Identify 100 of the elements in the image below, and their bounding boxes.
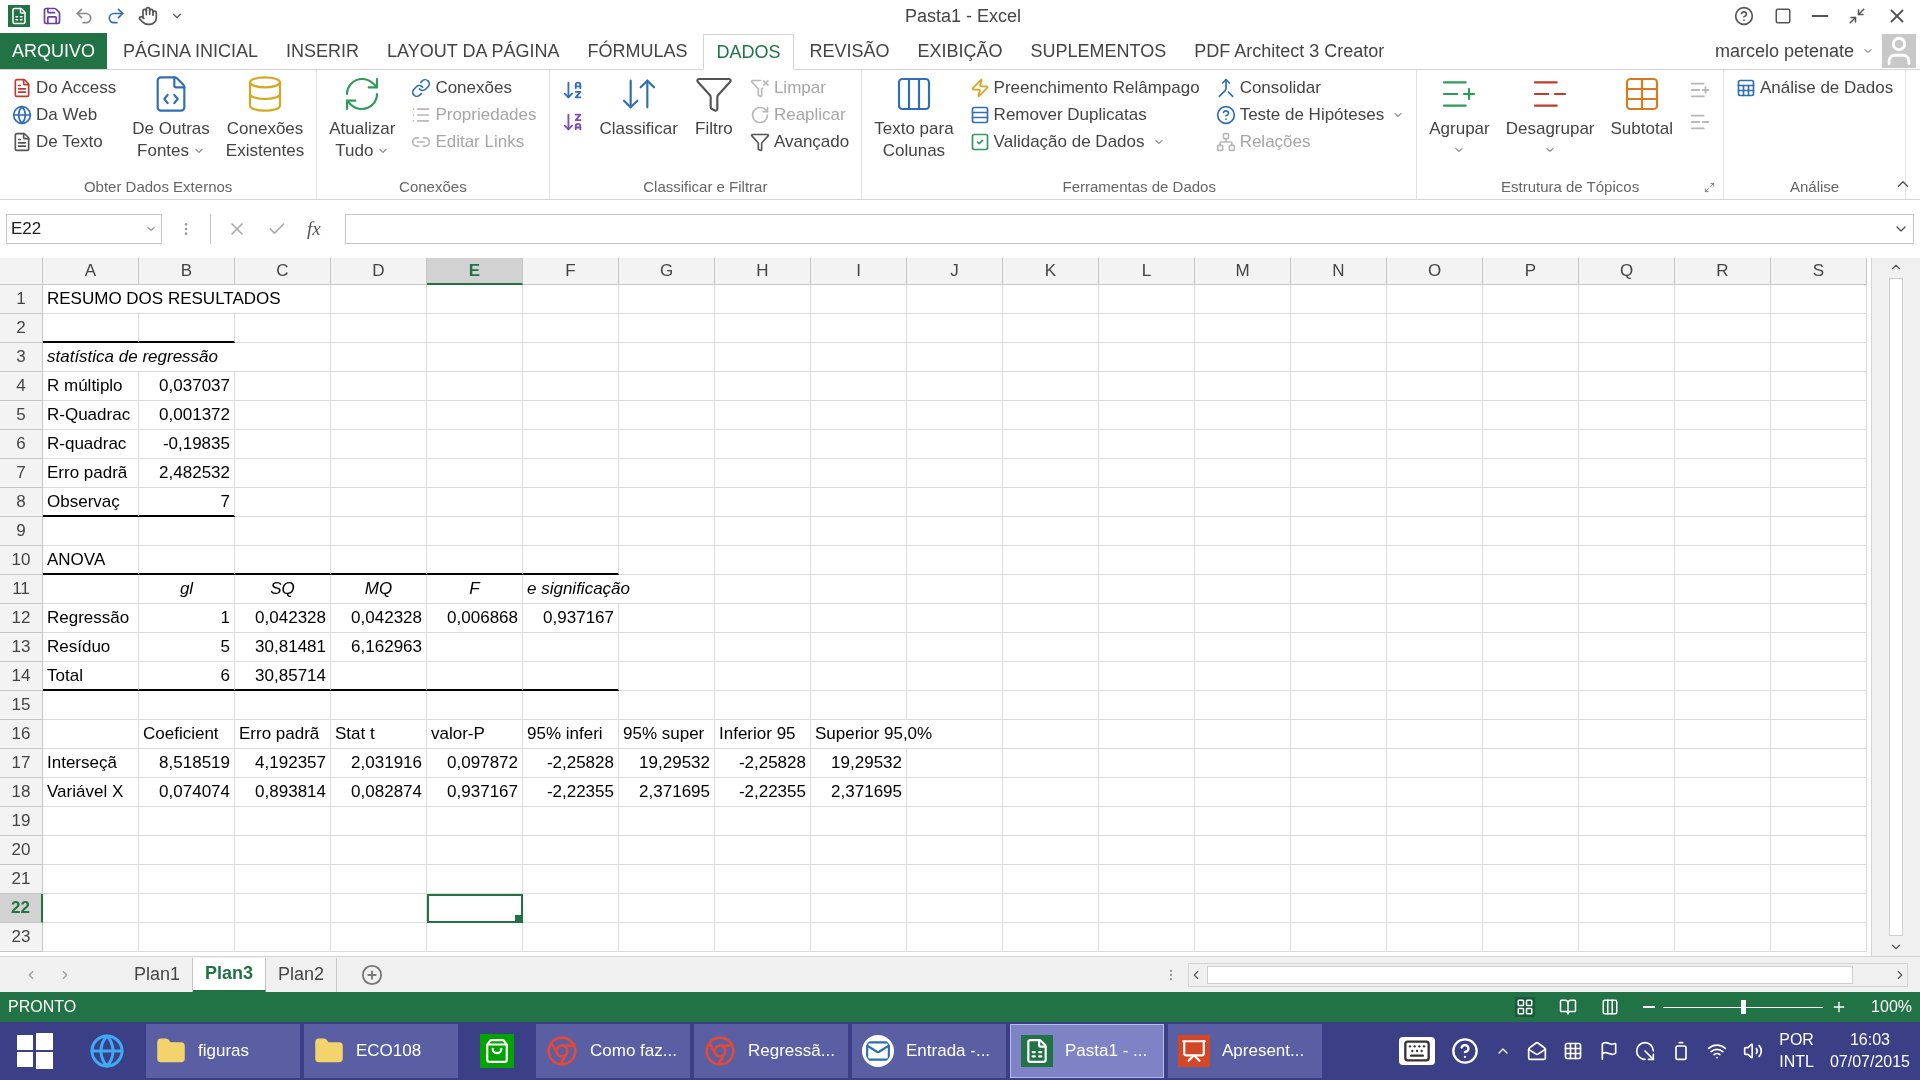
spreadsheet-cell[interactable]: -2,22355 (523, 778, 619, 807)
spreadsheet-cell[interactable] (1771, 401, 1867, 430)
spreadsheet-cell[interactable] (139, 865, 235, 894)
spreadsheet-cell[interactable] (1771, 575, 1867, 604)
ribbon-button[interactable]: Validação de Dados (965, 128, 1204, 155)
spreadsheet-cell[interactable] (1483, 546, 1579, 575)
spreadsheet-cell[interactable] (1675, 430, 1771, 459)
spreadsheet-cell[interactable] (1003, 401, 1099, 430)
spreadsheet-cell[interactable] (1579, 633, 1675, 662)
spreadsheet-cell[interactable] (619, 546, 715, 575)
ribbon-large-button[interactable]: Desagrupar (1501, 74, 1599, 156)
spreadsheet-cell[interactable] (811, 285, 907, 314)
spreadsheet-cell[interactable] (619, 488, 715, 517)
spreadsheet-cell[interactable] (1291, 604, 1387, 633)
input-language[interactable]: INTL (1779, 1051, 1814, 1073)
spreadsheet-cell[interactable] (1291, 546, 1387, 575)
spreadsheet-cell[interactable] (619, 662, 715, 691)
row-header[interactable]: 1 (0, 285, 43, 314)
spreadsheet-cell[interactable]: 30,81481 (235, 633, 331, 662)
spreadsheet-cell[interactable] (523, 343, 619, 372)
spreadsheet-cell[interactable]: ANOVA (43, 546, 139, 575)
spreadsheet-cell[interactable] (1003, 488, 1099, 517)
spreadsheet-cell[interactable] (907, 517, 1003, 546)
spreadsheet-cell[interactable] (1483, 691, 1579, 720)
minimize-icon[interactable] (1812, 15, 1828, 17)
spreadsheet-cell[interactable] (907, 691, 1003, 720)
spreadsheet-cell[interactable] (235, 517, 331, 546)
spreadsheet-cell[interactable] (1579, 923, 1675, 952)
spreadsheet-cell[interactable]: 2,371695 (619, 778, 715, 807)
spreadsheet-cell[interactable] (1291, 633, 1387, 662)
spreadsheet-cell[interactable] (331, 894, 427, 923)
vertical-scrollbar[interactable] (1871, 258, 1920, 956)
dialog-launcher-icon[interactable] (1703, 181, 1715, 193)
spreadsheet-cell[interactable]: Erro padrã (43, 459, 139, 488)
spreadsheet-cell[interactable] (1099, 865, 1195, 894)
spreadsheet-cell[interactable] (619, 923, 715, 952)
zoom-slider-thumb[interactable] (1741, 1000, 1747, 1014)
spreadsheet-cell[interactable] (1483, 372, 1579, 401)
spreadsheet-cell[interactable] (331, 285, 427, 314)
spreadsheet-cell[interactable] (715, 836, 811, 865)
spreadsheet-cell[interactable]: 0,082874 (331, 778, 427, 807)
spreadsheet-cell[interactable] (1099, 546, 1195, 575)
spreadsheet-cell[interactable] (811, 546, 907, 575)
spreadsheet-cell[interactable] (1195, 778, 1291, 807)
column-header[interactable]: H (715, 258, 811, 285)
spreadsheet-cell[interactable] (715, 807, 811, 836)
spreadsheet-cell[interactable] (1771, 894, 1867, 923)
spreadsheet-cell[interactable] (427, 836, 523, 865)
taskbar-button[interactable]: Entrada -... (852, 1024, 1006, 1078)
spreadsheet-cell[interactable] (907, 836, 1003, 865)
spreadsheet-cell[interactable] (1195, 720, 1291, 749)
spreadsheet-cell[interactable] (331, 459, 427, 488)
spreadsheet-cell[interactable] (235, 865, 331, 894)
spreadsheet-cell[interactable] (523, 459, 619, 488)
spreadsheet-cell[interactable] (1387, 633, 1483, 662)
spreadsheet-cell[interactable] (139, 546, 235, 575)
spreadsheet-cell[interactable] (523, 836, 619, 865)
spreadsheet-cell[interactable] (907, 372, 1003, 401)
spreadsheet-cell[interactable] (1099, 343, 1195, 372)
taskbar-button[interactable]: Como faz... (536, 1024, 690, 1078)
spreadsheet-cell[interactable]: Interseçã (43, 749, 139, 778)
spreadsheet-cell[interactable] (619, 459, 715, 488)
spreadsheet-cell[interactable] (1483, 314, 1579, 343)
spreadsheet-cell[interactable]: Inferior 95 (715, 720, 811, 749)
spreadsheet-cell[interactable] (1291, 923, 1387, 952)
row-header[interactable]: 9 (0, 517, 43, 546)
spreadsheet-cell[interactable] (907, 923, 1003, 952)
column-header[interactable]: F (523, 258, 619, 285)
spreadsheet-cell[interactable] (811, 459, 907, 488)
spreadsheet-cell[interactable] (1579, 343, 1675, 372)
spreadsheet-cell[interactable] (523, 430, 619, 459)
column-header[interactable]: Q (1579, 258, 1675, 285)
spreadsheet-cell[interactable]: 0,006868 (427, 604, 523, 633)
spreadsheet-cell[interactable]: F (427, 575, 523, 604)
spreadsheet-cell[interactable] (1387, 865, 1483, 894)
spreadsheet-cell[interactable] (43, 517, 139, 546)
column-header[interactable]: O (1387, 258, 1483, 285)
row-header[interactable]: 10 (0, 546, 43, 575)
spreadsheet-cell[interactable] (1003, 314, 1099, 343)
row-header[interactable]: 17 (0, 749, 43, 778)
spreadsheet-cell[interactable] (1099, 633, 1195, 662)
spreadsheet-cell[interactable]: -2,22355 (715, 778, 811, 807)
spreadsheet-cell[interactable] (1003, 749, 1099, 778)
spreadsheet-cell[interactable] (523, 807, 619, 836)
spreadsheet-cell[interactable] (1195, 923, 1291, 952)
spreadsheet-cell[interactable] (715, 488, 811, 517)
spreadsheet-cell[interactable] (715, 604, 811, 633)
spreadsheet-cell[interactable] (427, 662, 523, 691)
spreadsheet-cell[interactable]: e significação (523, 575, 715, 604)
spreadsheet-cell[interactable] (1483, 430, 1579, 459)
spreadsheet-cell[interactable] (43, 691, 139, 720)
spreadsheet-cell[interactable] (1579, 575, 1675, 604)
spreadsheet-cell[interactable] (1483, 604, 1579, 633)
spreadsheet-cell[interactable]: -2,25828 (715, 749, 811, 778)
spreadsheet-cell[interactable] (331, 401, 427, 430)
spreadsheet-cell[interactable] (1099, 720, 1195, 749)
spreadsheet-cell[interactable] (523, 662, 619, 691)
spreadsheet-cell[interactable] (907, 865, 1003, 894)
page-layout-icon[interactable] (1559, 998, 1578, 1016)
column-header[interactable]: C (235, 258, 331, 285)
